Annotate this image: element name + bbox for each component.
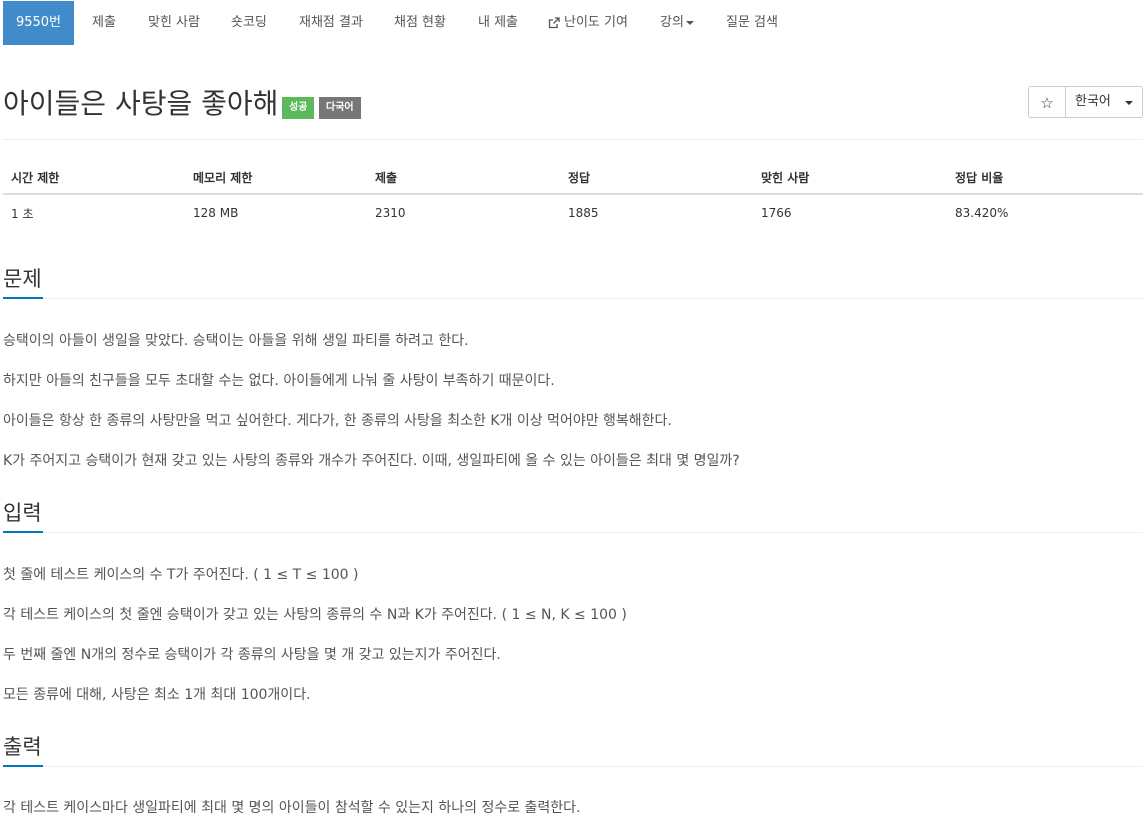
tab-judge-status[interactable]: 채점 현황	[394, 0, 446, 46]
star-button[interactable]: ☆	[1028, 86, 1066, 118]
table-cell: 1 초	[11, 206, 34, 221]
section-divider	[3, 766, 1143, 767]
input-description: 모든 종류에 대해, 사탕은 최소 1개 최대 100개이다.	[3, 687, 311, 703]
tab-question-search[interactable]: 질문 검색	[726, 0, 778, 46]
problem-description: 하지만 아들의 친구들을 모두 초대할 수는 없다. 아이들에게 나눠 줄 사탕…	[3, 373, 555, 389]
language-dropdown-label: 한국어	[1075, 94, 1111, 109]
status-badge: 성공	[282, 97, 315, 119]
output-description: 각 테스트 케이스마다 생일파티에 최대 몇 명의 아이들이 참석할 수 있는지…	[3, 800, 581, 816]
section-accent	[3, 765, 43, 767]
table-header: 메모리 제한	[185, 162, 367, 195]
table-row: 1 초 128 MB 2310 1885 1766 83.420%	[3, 194, 1143, 231]
table-header: 맞힌 사람	[753, 162, 947, 195]
input-description: 첫 줄에 테스트 케이스의 수 T가 주어진다. ( 1 ≤ T ≤ 100 )	[3, 567, 359, 583]
table-cell[interactable]: 2310	[367, 194, 560, 231]
table-header: 정답 비율	[947, 162, 1143, 195]
section-accent	[3, 297, 43, 299]
table-cell: 128 MB	[193, 206, 239, 220]
table-cell[interactable]: 1766	[753, 194, 947, 231]
caret-down-icon	[1125, 101, 1133, 105]
tab-my-submissions[interactable]: 내 제출	[478, 0, 518, 46]
tab-submit[interactable]: 제출	[92, 0, 116, 46]
tab-lectures-label: 강의	[660, 15, 684, 30]
section-accent	[3, 531, 43, 533]
tab-lectures[interactable]: 강의	[660, 0, 694, 46]
table-cell: 1885	[568, 206, 599, 220]
page-title: 아이들은 사탕을 좋아해	[3, 87, 279, 120]
caret-down-icon	[685, 20, 694, 25]
section-heading-input: 입력	[3, 501, 42, 525]
title-divider	[3, 139, 1143, 140]
language-dropdown[interactable]: 한국어	[1066, 86, 1143, 118]
problem-description: K가 주어지고 승택이가 현재 갖고 있는 사탕의 종류와 개수가 주어진다. …	[3, 453, 740, 469]
input-description: 두 번째 줄엔 N개의 정수로 승택이가 각 종류의 사탕을 몇 개 갖고 있는…	[3, 647, 501, 663]
table-header-row: 시간 제한 메모리 제한 제출 정답 맞힌 사람 정답 비율	[3, 162, 1143, 195]
tab-rejudge-results[interactable]: 재채점 결과	[299, 0, 363, 46]
problem-nav: 9550번 제출 맞힌 사람 숏코딩 재채점 결과 채점 현황 내 제출 난이도…	[0, 0, 1146, 46]
problem-description: 승택이의 아들이 생일을 맞았다. 승택이는 아들을 위해 생일 파티를 하려고…	[3, 333, 469, 349]
multilingual-badge: 다국어	[319, 97, 361, 119]
section-divider	[3, 298, 1143, 299]
tab-difficulty-contribution-label: 난이도 기여	[564, 15, 628, 30]
problem-description: 아이들은 항상 한 종류의 사탕만을 먹고 싶어한다. 게다가, 한 종류의 사…	[3, 413, 672, 429]
section-heading-output: 출력	[3, 735, 42, 759]
section-divider	[3, 532, 1143, 533]
problem-info-table: 시간 제한 메모리 제한 제출 정답 맞힌 사람 정답 비율 1 초 128 M…	[3, 162, 1143, 231]
table-header: 시간 제한	[3, 162, 185, 195]
external-link-icon	[548, 16, 560, 28]
tab-difficulty-contribution[interactable]: 난이도 기여	[548, 0, 628, 46]
tab-short-coding[interactable]: 숏코딩	[231, 0, 267, 46]
table-header: 제출	[367, 162, 560, 195]
section-heading-problem: 문제	[3, 267, 42, 291]
star-icon: ☆	[1040, 94, 1054, 112]
tab-problem-number[interactable]: 9550번	[3, 1, 74, 45]
tab-solved-users[interactable]: 맞힌 사람	[148, 0, 200, 46]
table-header: 정답	[560, 162, 753, 195]
input-description: 각 테스트 케이스의 첫 줄엔 승택이가 갖고 있는 사탕의 종류의 수 N과 …	[3, 607, 627, 623]
table-cell: 83.420%	[955, 206, 1009, 220]
